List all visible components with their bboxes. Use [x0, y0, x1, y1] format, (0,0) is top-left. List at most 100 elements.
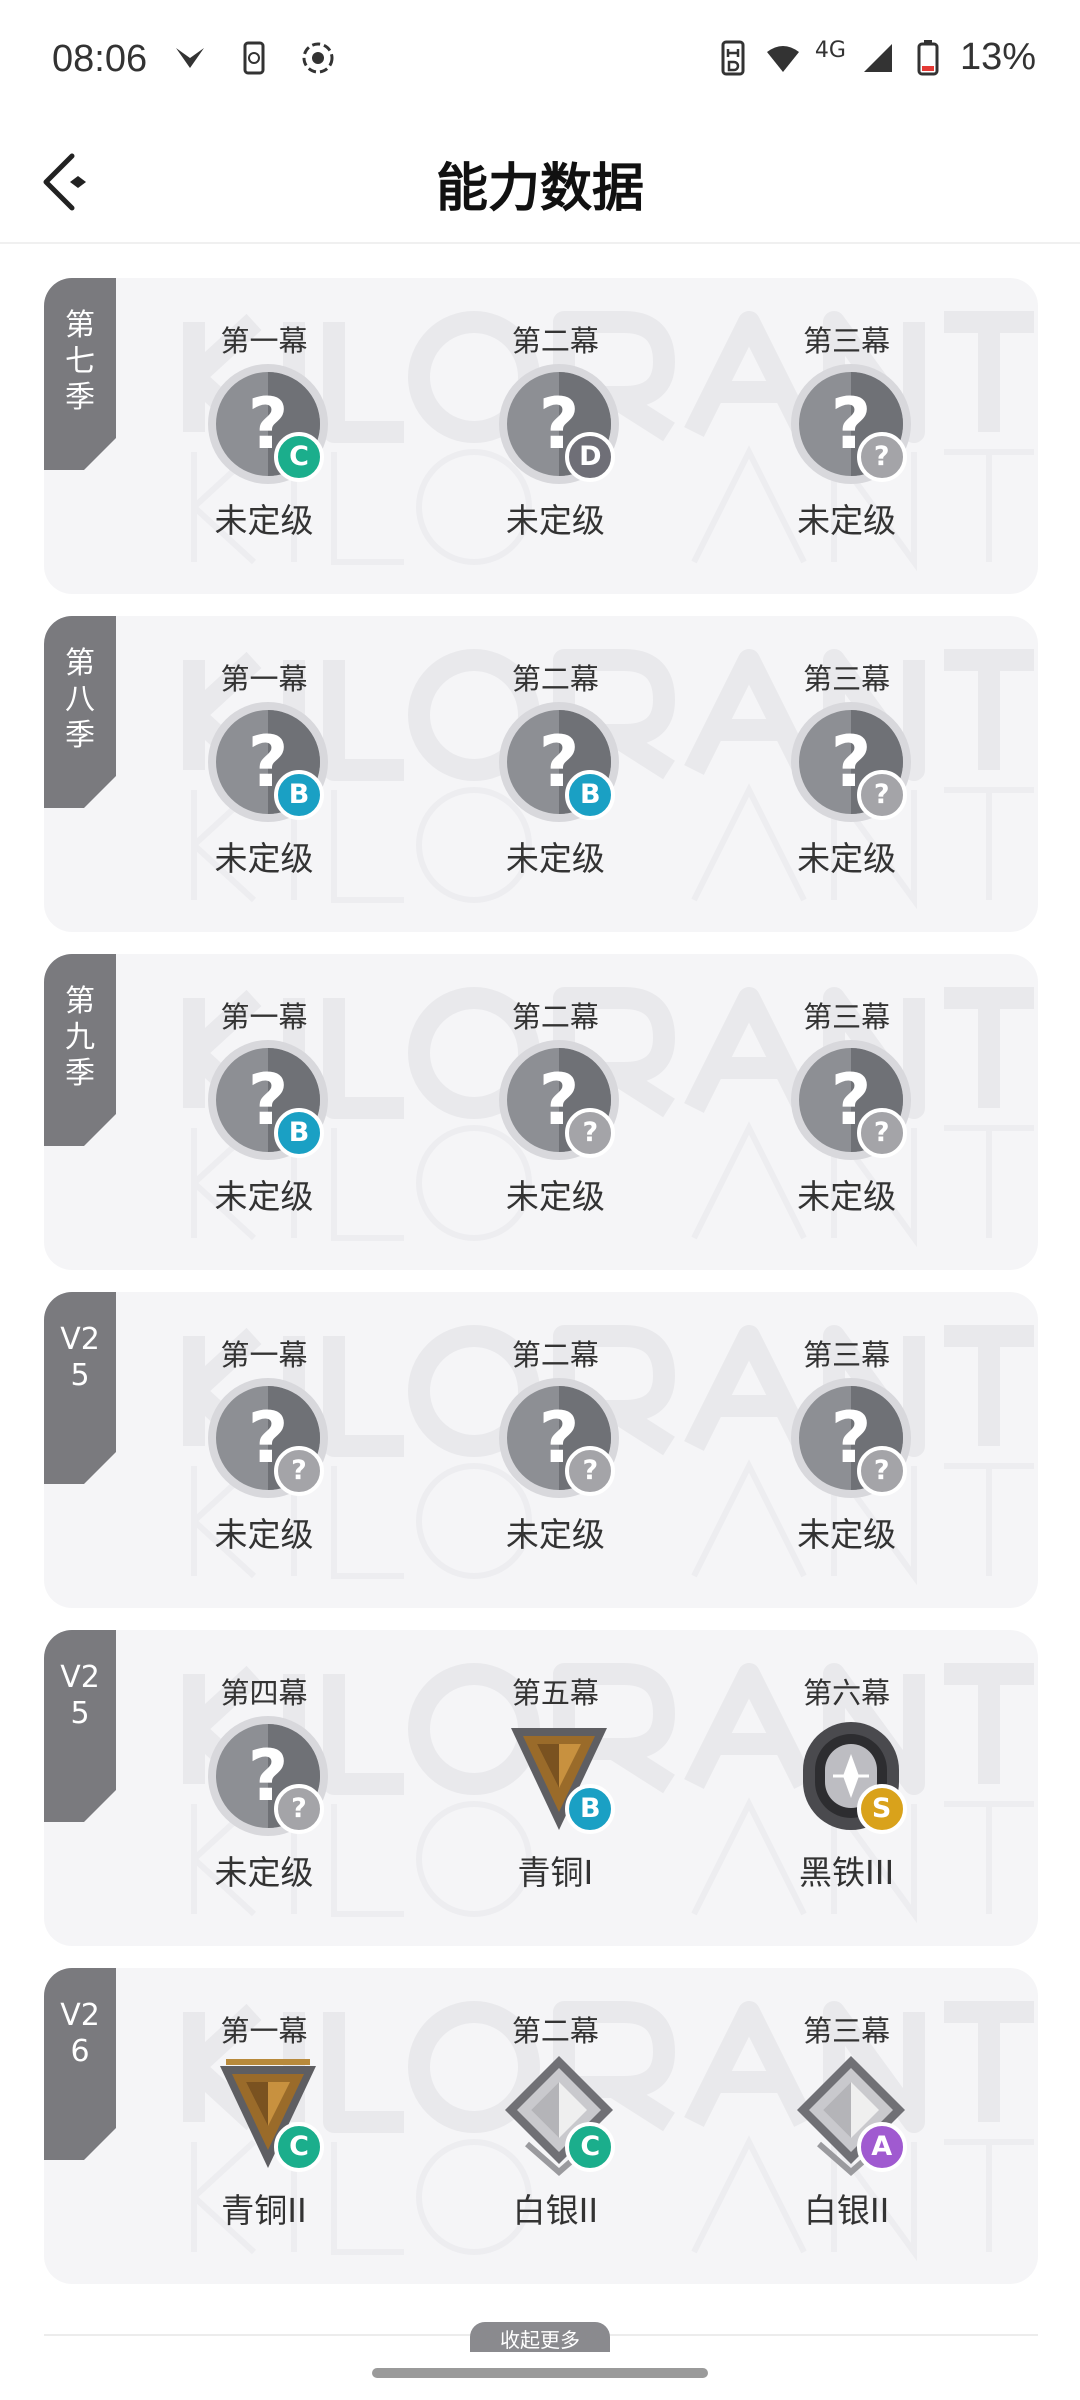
grade-badge: A — [856, 2122, 907, 2172]
rank-name: 未定级 — [505, 839, 605, 878]
act-item[interactable]: 第三幕 A 白银II — [747, 2008, 1038, 2268]
season-tag: 第九季 — [44, 954, 116, 1146]
season-card: 第七季第一幕? C 未定级 第二幕? D 未定级 第三幕?? 未定级 — [44, 278, 1038, 594]
act-item[interactable]: 第二幕 C 白银II — [455, 2008, 746, 2268]
season-card: 第八季第一幕? B 未定级 第二幕? B 未定级 第三幕?? 未定级 — [44, 616, 1038, 932]
act-list: 第四幕?? 未定级 第五幕 B 青铜I 第六幕 S 黑铁III — [164, 1670, 1038, 1930]
act-title: 第三幕 — [803, 1338, 891, 1372]
rank-name: 未定级 — [214, 501, 314, 540]
grade-badge: ? — [565, 1108, 616, 1158]
act-item[interactable]: 第二幕?? 未定级 — [455, 1332, 746, 1592]
act-title: 第三幕 — [803, 2014, 891, 2048]
act-title: 第一幕 — [220, 1000, 308, 1034]
season-label: 第九季 — [65, 984, 95, 1091]
rank-name: 白银II — [803, 2191, 890, 2230]
act-item[interactable]: 第三幕?? 未定级 — [747, 1332, 1038, 1592]
status-time: 08:06 — [52, 38, 148, 80]
act-title: 第五幕 — [511, 1676, 599, 1710]
act-item[interactable]: 第一幕?? 未定级 — [164, 1332, 455, 1592]
season-card: V2 5 第一幕?? 未定级 第二幕?? 未定级 第三幕?? 未定级 — [44, 1292, 1038, 1608]
rank-name: 青铜I — [517, 1853, 594, 1892]
act-title: 第二幕 — [511, 2014, 599, 2048]
rank-name: 未定级 — [505, 501, 605, 540]
rank-name: 黑铁III — [799, 1853, 895, 1892]
act-list: 第一幕?? 未定级 第二幕?? 未定级 第三幕?? 未定级 — [164, 1332, 1038, 1592]
hd-icon — [721, 40, 745, 75]
screen-record-icon — [302, 42, 334, 74]
season-label: 第八季 — [65, 646, 95, 753]
rank-name: 未定级 — [214, 839, 314, 878]
grade-badge: B — [274, 1108, 324, 1158]
act-title: 第三幕 — [803, 662, 891, 696]
season-card: V2 5 第四幕?? 未定级 第五幕 B 青铜I 第六幕 S 黑铁III — [44, 1630, 1038, 1946]
season-label: V2 6 — [60, 1998, 100, 2069]
rank-name: 未定级 — [505, 1177, 605, 1216]
home-indicator[interactable] — [372, 2368, 708, 2378]
grade-badge: C — [565, 2122, 616, 2172]
act-title: 第四幕 — [220, 1676, 308, 1710]
status-bar: 08:06 4G 13% — [0, 0, 1080, 120]
season-list: 第七季第一幕? C 未定级 第二幕? D 未定级 第三幕?? 未定级第八季第一幕? B 未定级 第二… — [44, 278, 1038, 2306]
act-title: 第一幕 — [220, 1338, 308, 1372]
season-label: V2 5 — [60, 1660, 100, 1731]
rank-name: 未定级 — [797, 1515, 897, 1554]
rank-name: 未定级 — [505, 1515, 605, 1554]
season-tag: V2 5 — [44, 1292, 116, 1484]
rank-name: 未定级 — [797, 501, 897, 540]
act-item[interactable]: 第五幕 B 青铜I — [455, 1670, 746, 1930]
rank-name: 白银II — [512, 2191, 599, 2230]
act-item[interactable]: 第一幕? B 未定级 — [164, 994, 455, 1254]
act-title: 第六幕 — [803, 1676, 891, 1710]
grade-badge: S — [856, 1784, 907, 1834]
act-title: 第三幕 — [803, 1000, 891, 1034]
rank-name: 未定级 — [214, 1515, 314, 1554]
rank-name: 青铜II — [221, 2191, 307, 2230]
act-item[interactable]: 第六幕 S 黑铁III — [747, 1670, 1038, 1930]
act-item[interactable]: 第二幕?? 未定级 — [455, 994, 746, 1254]
grade-badge: ? — [856, 1108, 907, 1158]
act-list: 第一幕? C 未定级 第二幕? D 未定级 第三幕?? 未定级 — [164, 318, 1038, 578]
act-item[interactable]: 第二幕? D 未定级 — [455, 318, 746, 578]
act-title: 第一幕 — [220, 324, 308, 358]
network-type: 4G — [814, 38, 846, 63]
act-item[interactable]: 第四幕?? 未定级 — [164, 1670, 455, 1930]
rank-name: 未定级 — [214, 1177, 314, 1216]
grade-badge: B — [274, 770, 324, 820]
grade-badge: C — [274, 2122, 324, 2172]
grade-badge: D — [565, 432, 616, 482]
grade-badge: C — [274, 432, 324, 482]
wifi-icon — [766, 45, 799, 72]
battery-level: 13% — [959, 36, 1036, 78]
act-item[interactable]: 第三幕?? 未定级 — [747, 318, 1038, 578]
battery-icon — [917, 39, 939, 75]
grade-badge: B — [565, 1784, 616, 1834]
grade-badge: ? — [856, 770, 907, 820]
season-tag: 第七季 — [44, 278, 116, 470]
act-item[interactable]: 第二幕? B 未定级 — [455, 656, 746, 916]
notification-icon — [176, 48, 204, 68]
season-label: V2 5 — [60, 1322, 100, 1393]
season-tag: V2 5 — [44, 1630, 116, 1822]
phone-sync-icon — [243, 41, 265, 75]
act-title: 第二幕 — [511, 1338, 599, 1372]
act-item[interactable]: 第一幕? C 未定级 — [164, 318, 455, 578]
act-list: 第一幕 C 青铜II 第二幕 C 白银II 第三幕 A 白银II — [164, 2008, 1038, 2268]
act-item[interactable]: 第一幕? B 未定级 — [164, 656, 455, 916]
grade-badge: ? — [856, 1446, 907, 1496]
season-label: 第七季 — [65, 308, 95, 415]
grade-badge: ? — [274, 1446, 324, 1496]
season-card: 第九季第一幕? B 未定级 第二幕?? 未定级 第三幕?? 未定级 — [44, 954, 1038, 1270]
header: 能力数据 — [0, 120, 1080, 244]
grade-badge: ? — [565, 1446, 616, 1496]
act-title: 第一幕 — [220, 662, 308, 696]
collapse-more-button[interactable]: 收起更多 — [470, 2322, 610, 2352]
act-title: 第二幕 — [511, 324, 599, 358]
act-title: 第二幕 — [511, 662, 599, 696]
act-item[interactable]: 第三幕?? 未定级 — [747, 656, 1038, 916]
act-item[interactable]: 第三幕?? 未定级 — [747, 994, 1038, 1254]
act-title: 第三幕 — [803, 324, 891, 358]
act-list: 第一幕? B 未定级 第二幕?? 未定级 第三幕?? 未定级 — [164, 994, 1038, 1254]
rank-name: 未定级 — [797, 839, 897, 878]
act-item[interactable]: 第一幕 C 青铜II — [164, 2008, 455, 2268]
act-list: 第一幕? B 未定级 第二幕? B 未定级 第三幕?? 未定级 — [164, 656, 1038, 916]
